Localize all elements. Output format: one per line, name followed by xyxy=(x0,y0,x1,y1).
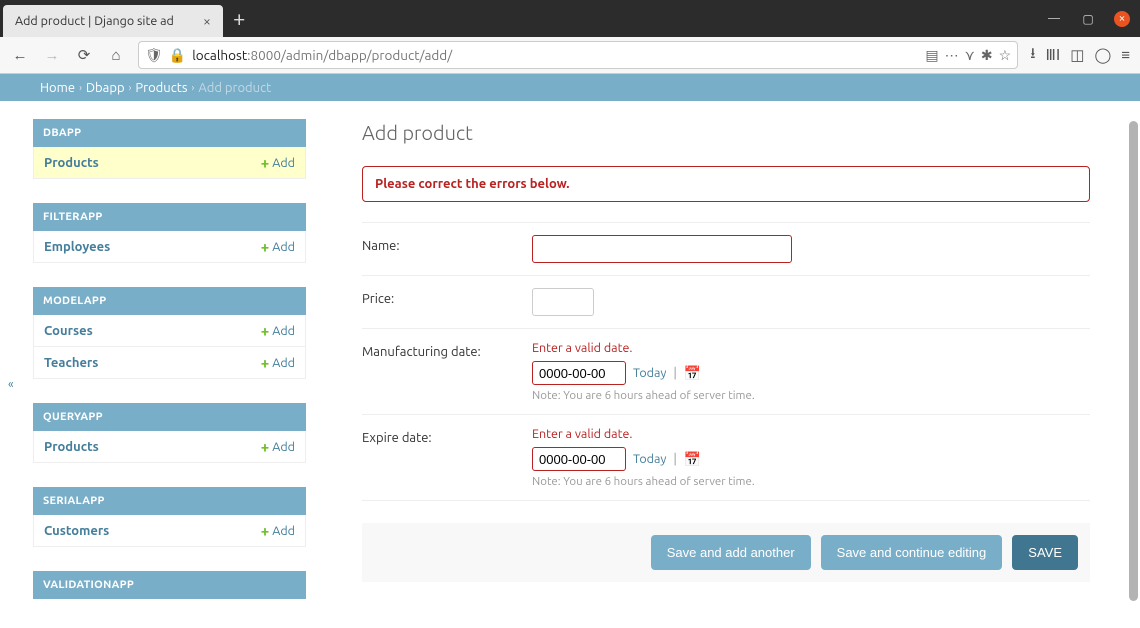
sidebar-item-teachers[interactable]: Teachers + Add xyxy=(33,347,306,379)
exp-today-link[interactable]: Today xyxy=(633,452,666,466)
pocket-icon[interactable]: ⋎ xyxy=(965,47,975,64)
breadcrumb: Home › Dbapp › Products › Add product xyxy=(0,74,1140,101)
save-continue-button[interactable]: Save and continue editing xyxy=(821,535,1003,570)
calendar-icon[interactable]: 📅 xyxy=(684,365,701,382)
main-content: Add product Please correct the errors be… xyxy=(306,101,1140,628)
name-label: Name: xyxy=(362,235,532,253)
downloads-icon[interactable]: ⭳ xyxy=(1030,43,1035,68)
lock-icon: 🔒 xyxy=(169,47,186,64)
browser-tab-bar: Add product | Django site ad × + — ▢ × xyxy=(0,0,1140,37)
breadcrumb-home[interactable]: Home xyxy=(40,81,75,95)
menu-icon[interactable]: ≡ xyxy=(1121,46,1130,64)
price-label: Price: xyxy=(362,288,532,306)
tab-title: Add product | Django site ad xyxy=(15,14,195,28)
plus-icon: + xyxy=(261,238,269,255)
mfg-date-input[interactable] xyxy=(532,361,626,385)
sidebar-item-products[interactable]: Products + Add xyxy=(33,147,306,179)
browser-nav-bar: ← → ⟳ ⌂ 🛡 🔒 localhost:8000/admin/dbapp/p… xyxy=(0,37,1140,74)
submit-row: Save and add another Save and continue e… xyxy=(362,523,1090,582)
module-title[interactable]: SERIALAPP xyxy=(33,487,306,515)
field-row-price: Price: xyxy=(362,276,1090,329)
admin-wrap: Home › Dbapp › Products › Add product « … xyxy=(0,74,1140,628)
add-link[interactable]: + Add xyxy=(261,354,295,371)
save-button[interactable]: SAVE xyxy=(1012,535,1078,570)
sidebar-item-label[interactable]: Customers xyxy=(44,524,109,538)
reader-icon[interactable]: ▤ xyxy=(925,47,938,64)
add-link[interactable]: + Add xyxy=(261,438,295,455)
mfg-label: Manufacturing date: xyxy=(362,341,532,359)
sidebar-item-label[interactable]: Courses xyxy=(44,324,93,338)
breadcrumb-model[interactable]: Products xyxy=(135,81,187,95)
back-button[interactable]: ← xyxy=(6,41,34,69)
sidebar-item-products[interactable]: Products + Add xyxy=(33,431,306,463)
url-text: localhost:8000/admin/dbapp/product/add/ xyxy=(192,47,919,63)
mfg-today-link[interactable]: Today xyxy=(633,366,666,380)
sidebar-item-label[interactable]: Employees xyxy=(44,240,110,254)
name-input[interactable] xyxy=(532,235,792,263)
module-title[interactable]: DBAPP xyxy=(33,119,306,147)
module-title[interactable]: QUERYAPP xyxy=(33,403,306,431)
sidebar-icon[interactable]: ◫ xyxy=(1070,46,1084,64)
new-tab-button[interactable]: + xyxy=(233,8,245,30)
add-link[interactable]: + Add xyxy=(261,322,295,339)
field-row-name: Name: xyxy=(362,222,1090,276)
calendar-icon[interactable]: 📅 xyxy=(684,451,701,468)
sidebar-item-courses[interactable]: Courses + Add xyxy=(33,315,306,347)
sidebar-item-label[interactable]: Products xyxy=(44,156,99,170)
shield-icon: 🛡 xyxy=(145,47,163,64)
plus-icon: + xyxy=(261,322,269,339)
mfg-help: Note: You are 6 hours ahead of server ti… xyxy=(532,389,1090,402)
scrollbar-thumb[interactable] xyxy=(1129,121,1138,601)
plus-icon: + xyxy=(261,154,269,171)
forward-button[interactable]: → xyxy=(38,41,66,69)
home-button[interactable]: ⌂ xyxy=(102,41,130,69)
plus-icon: + xyxy=(261,522,269,539)
add-link[interactable]: + Add xyxy=(261,238,295,255)
mfg-error: Enter a valid date. xyxy=(532,341,1090,355)
field-row-mfg-date: Manufacturing date: Enter a valid date. … xyxy=(362,329,1090,415)
bug-icon[interactable]: ✱ xyxy=(981,47,993,64)
plus-icon: + xyxy=(261,354,269,371)
plus-icon: + xyxy=(261,438,269,455)
close-window-button[interactable]: × xyxy=(1114,11,1130,27)
sidebar-toggle-icon[interactable]: « xyxy=(8,378,14,391)
save-add-another-button[interactable]: Save and add another xyxy=(651,535,811,570)
meatball-menu-icon[interactable]: ⋯ xyxy=(945,47,959,64)
error-banner: Please correct the errors below. xyxy=(362,166,1090,202)
maximize-button[interactable]: ▢ xyxy=(1080,11,1096,27)
bookmark-star-icon[interactable]: ☆ xyxy=(999,47,1012,64)
breadcrumb-app[interactable]: Dbapp xyxy=(86,81,125,95)
close-tab-icon[interactable]: × xyxy=(203,13,211,29)
exp-date-input[interactable] xyxy=(532,447,626,471)
sidebar-item-employees[interactable]: Employees + Add xyxy=(33,231,306,263)
exp-label: Expire date: xyxy=(362,427,532,445)
module-title[interactable]: MODELAPP xyxy=(33,287,306,315)
sidebar-item-label[interactable]: Teachers xyxy=(44,356,98,370)
url-bar[interactable]: 🛡 🔒 localhost:8000/admin/dbapp/product/a… xyxy=(138,41,1018,69)
module-title[interactable]: FILTERAPP xyxy=(33,203,306,231)
minimize-button[interactable]: — xyxy=(1046,11,1062,27)
window-controls: — ▢ × xyxy=(1046,11,1140,27)
add-link[interactable]: + Add xyxy=(261,154,295,171)
page-title: Add product xyxy=(362,121,1090,144)
exp-error: Enter a valid date. xyxy=(532,427,1090,441)
sidebar: DBAPP Products + Add FILTERAPP Employees + Ad… xyxy=(0,101,306,628)
price-input[interactable] xyxy=(532,288,594,316)
scrollbar[interactable] xyxy=(1128,121,1140,628)
field-row-exp-date: Expire date: Enter a valid date. Today |… xyxy=(362,415,1090,501)
browser-tab[interactable]: Add product | Django site ad × xyxy=(3,5,223,37)
breadcrumb-current: Add product xyxy=(198,81,271,95)
library-icon[interactable]: ⅢⅠ xyxy=(1045,46,1060,64)
exp-help: Note: You are 6 hours ahead of server ti… xyxy=(532,475,1090,488)
add-link[interactable]: + Add xyxy=(261,522,295,539)
module-title[interactable]: VALIDATIONAPP xyxy=(33,571,306,599)
reload-button[interactable]: ⟳ xyxy=(70,41,98,69)
sidebar-item-label[interactable]: Products xyxy=(44,440,99,454)
sidebar-item-customers[interactable]: Customers + Add xyxy=(33,515,306,547)
toolbar-right: ⭳ ⅢⅠ ◫ ◯ ≡ xyxy=(1026,43,1134,68)
account-icon[interactable]: ◯ xyxy=(1094,46,1111,64)
